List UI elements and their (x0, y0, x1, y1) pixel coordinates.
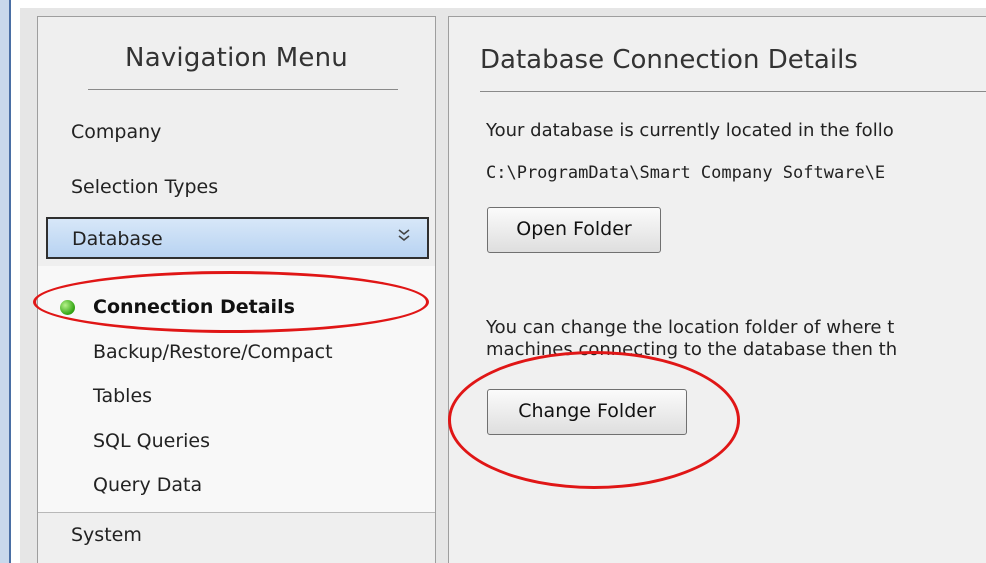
chevron-down-icon[interactable] (397, 227, 411, 243)
location-description: Your database is currently located in th… (486, 120, 894, 141)
submenu-item-connection-details[interactable]: Connection Details (93, 296, 295, 318)
navigation-panel: Navigation Menu Company Selection Types … (37, 16, 436, 563)
page-title: Database Connection Details (480, 45, 858, 75)
nav-item-database-label: Database (72, 228, 163, 250)
nav-item-system[interactable]: System (71, 524, 142, 546)
change-location-description-line1: You can change the location folder of wh… (486, 317, 895, 338)
nav-title: Navigation Menu (125, 43, 348, 73)
change-location-description-line2: machines connecting to the database then… (486, 339, 898, 360)
nav-divider (38, 512, 435, 513)
nav-item-database[interactable]: Database (46, 217, 429, 259)
window-left-edge (0, 0, 11, 563)
nav-item-company[interactable]: Company (71, 121, 161, 143)
title-divider (480, 91, 986, 92)
nav-title-divider (88, 89, 398, 90)
submenu-item-sql-queries[interactable]: SQL Queries (93, 430, 210, 452)
nav-item-selection-types[interactable]: Selection Types (71, 176, 218, 198)
content-panel: Database Connection Details Your databas… (448, 16, 986, 563)
open-folder-button[interactable]: Open Folder (487, 207, 661, 253)
status-dot-icon (60, 300, 75, 315)
submenu-item-query-data[interactable]: Query Data (93, 474, 202, 496)
submenu-item-tables[interactable]: Tables (93, 385, 152, 407)
database-path: C:\ProgramData\Smart Company Software\E (486, 163, 886, 183)
change-folder-button[interactable]: Change Folder (487, 389, 687, 435)
database-submenu: Connection Details Backup/Restore/Compac… (38, 266, 435, 512)
submenu-item-backup-restore-compact[interactable]: Backup/Restore/Compact (93, 341, 333, 363)
